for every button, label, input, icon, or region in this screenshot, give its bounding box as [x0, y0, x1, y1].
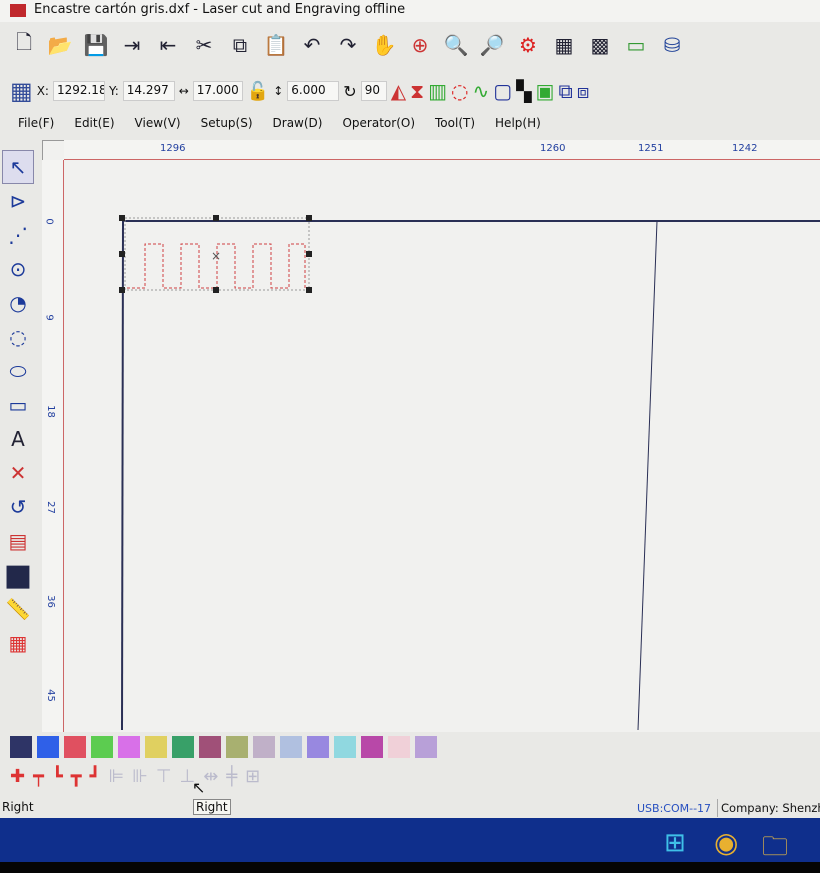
layer-color-swatch[interactable]	[415, 736, 437, 758]
start-menu-icon[interactable]: ⊞	[664, 828, 686, 858]
chrome-icon[interactable]: ◉	[714, 826, 738, 859]
fill-color-icon[interactable]: ■	[2, 558, 34, 593]
layer-color-swatch[interactable]	[118, 736, 140, 758]
distribute-icon[interactable]: ⊞	[245, 766, 260, 787]
layer-color-swatch[interactable]	[64, 736, 86, 758]
select-arrow-icon[interactable]: ↖	[2, 150, 34, 184]
circle-icon[interactable]: ⊙	[2, 252, 34, 286]
company-info: Company: Shenzhe	[717, 799, 820, 817]
laser-point-icon[interactable]: ✕	[2, 456, 34, 490]
arc-3point-icon[interactable]: ◌	[2, 320, 34, 354]
layer-color-swatch[interactable]	[307, 736, 329, 758]
polyline-icon[interactable]: ⋰	[2, 218, 34, 252]
align-hcenter-icon[interactable]: ╪	[226, 766, 237, 787]
resize-handle[interactable]	[306, 287, 312, 293]
center-mark: ×	[211, 249, 221, 263]
align-top-edge-icon[interactable]: ⊤	[156, 766, 172, 787]
windows-taskbar: ⊞ ◉ 🗀	[0, 818, 820, 862]
layer-color-swatch[interactable]	[280, 736, 302, 758]
screen-bezel	[0, 862, 820, 873]
layer-color-swatch[interactable]	[37, 736, 59, 758]
tooltip: Right	[193, 799, 231, 815]
array-grid-icon[interactable]: ▦	[2, 626, 34, 660]
align-vcenter-icon[interactable]: ⇹	[203, 766, 218, 787]
align-toolbar: ✚ ┯ ┗ ┳ ┛ ⊫ ⊪ ⊤ ⊥ ⇹ ╪ ⊞	[10, 766, 260, 787]
layer-color-swatch[interactable]	[361, 736, 383, 758]
align-center-icon[interactable]: ✚	[10, 766, 25, 787]
align-left-icon[interactable]: ⊫	[108, 766, 124, 787]
status-text: Right	[2, 800, 34, 814]
node-edit-icon[interactable]: ⊳	[2, 184, 34, 218]
port-status: USB:COM--17	[637, 802, 712, 815]
status-bar: Right Right USB:COM--17 Company: Shenzhe	[0, 798, 820, 818]
frame-tool-icon[interactable]: ▤	[2, 524, 34, 558]
layer-color-swatch[interactable]	[10, 736, 32, 758]
align-top-icon[interactable]: ┯	[33, 766, 44, 787]
layer-color-swatch[interactable]	[253, 736, 275, 758]
resize-handle[interactable]	[119, 251, 125, 257]
layer-color-swatch[interactable]	[388, 736, 410, 758]
layer-color-swatch[interactable]	[172, 736, 194, 758]
layer-color-swatch[interactable]	[226, 736, 248, 758]
rectangle-icon[interactable]: ▭	[2, 388, 34, 422]
rotate-tool-icon[interactable]: ↺	[2, 490, 34, 524]
mouse-cursor-icon: ↖	[192, 778, 206, 797]
resize-handle[interactable]	[119, 287, 125, 293]
layer-color-palette	[10, 736, 437, 758]
page-boundary	[637, 220, 658, 731]
align-right-icon[interactable]: ⊪	[132, 766, 148, 787]
align-bottom-left-icon[interactable]: ┗	[52, 766, 63, 787]
align-top-right-icon[interactable]: ┳	[71, 766, 82, 787]
measure-icon[interactable]: 📏	[2, 592, 34, 626]
arc-icon[interactable]: ◔	[2, 286, 34, 320]
align-bottom-right-icon[interactable]: ┛	[90, 766, 101, 787]
resize-handle[interactable]	[306, 215, 312, 221]
drawing-toolbox: ↖ ⊳ ⋰ ⊙ ◔ ◌ ⬭ ▭ A ✕ ↺ ▤ ■ 📏 ▦	[2, 150, 38, 660]
resize-handle[interactable]	[119, 215, 125, 221]
layer-color-swatch[interactable]	[334, 736, 356, 758]
layer-color-swatch[interactable]	[91, 736, 113, 758]
ellipse-icon[interactable]: ⬭	[2, 354, 34, 388]
resize-handle[interactable]	[306, 251, 312, 257]
layer-color-swatch[interactable]	[199, 736, 221, 758]
resize-handle[interactable]	[213, 215, 219, 221]
layer-color-swatch[interactable]	[145, 736, 167, 758]
resize-handle[interactable]	[213, 287, 219, 293]
text-icon[interactable]: A	[2, 422, 34, 456]
work-area-left-edge	[121, 220, 124, 731]
